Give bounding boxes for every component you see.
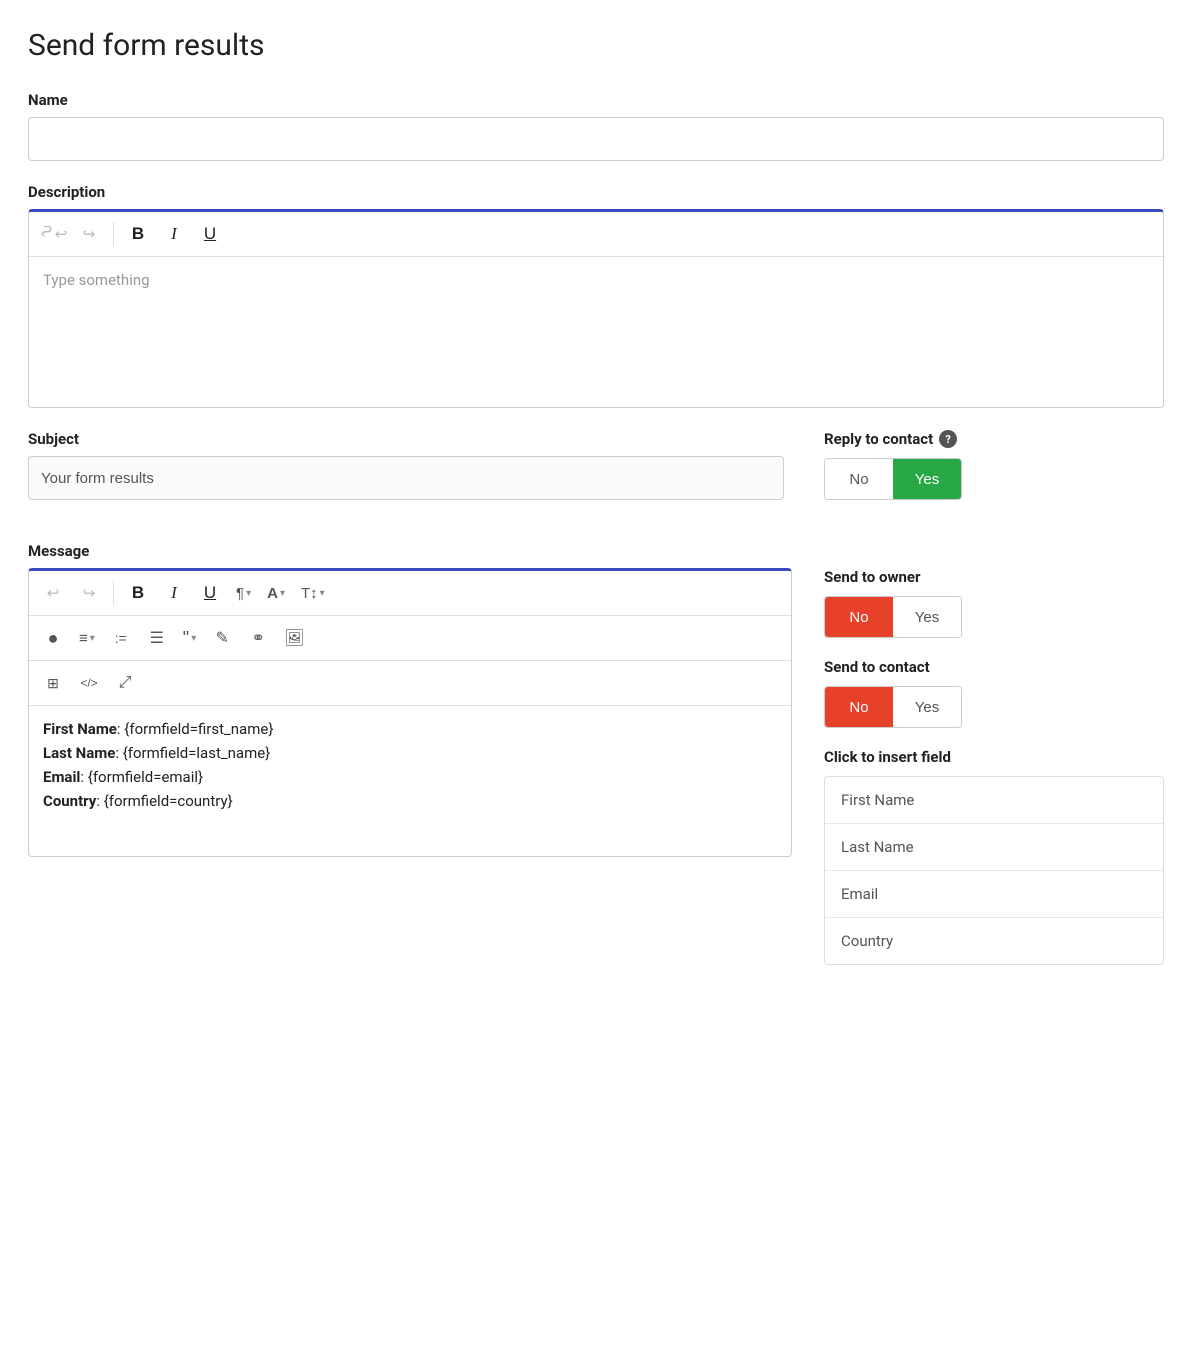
send-to-contact-title: Send to contact [824, 658, 1164, 676]
msg-bold-button[interactable]: B [122, 577, 154, 609]
insert-field-section: Click to insert field First Name Last Na… [824, 748, 1164, 965]
reply-to-contact-yes-button[interactable]: Yes [893, 459, 961, 499]
reply-to-contact-title: Reply to contact ? [824, 430, 1164, 448]
insert-field-country[interactable]: Country [825, 918, 1163, 964]
message-layout: Message ↩ ↪ B I U ¶ ▾ A ▾ T↕ [28, 542, 1164, 965]
send-to-owner-yes-button[interactable]: Yes [893, 597, 961, 637]
message-line-1: First Name: {formfield=first_name} [43, 720, 777, 738]
insert-field-title: Click to insert field [824, 748, 1164, 766]
toolbar-divider-1 [113, 222, 114, 246]
blockquote-icon: " [183, 628, 189, 649]
send-to-owner-toggle: No Yes [824, 596, 962, 638]
msg-blockquote-button[interactable]: " ▾ [177, 622, 202, 654]
desc-undo-button[interactable]: ↩ [37, 218, 69, 250]
message-section: Message ↩ ↪ B I U ¶ ▾ A ▾ T↕ [28, 542, 792, 857]
align-icon: ≡ [79, 630, 88, 647]
msg-code-button[interactable]: </> [73, 667, 105, 699]
send-to-contact-toggle: No Yes [824, 686, 962, 728]
message-line-3: Email: {formfield=email} [43, 768, 777, 786]
message-line-4: Country: {formfield=country} [43, 792, 777, 810]
reply-to-contact-help-icon[interactable]: ? [939, 430, 957, 448]
font-color-icon: A [267, 585, 278, 602]
insert-field-lastname[interactable]: Last Name [825, 824, 1163, 871]
align-arrow-icon: ▾ [90, 633, 95, 644]
send-to-owner-no-button[interactable]: No [825, 597, 893, 637]
font-size-arrow-icon: ▾ [320, 588, 325, 599]
reply-to-contact-toggle: No Yes [824, 458, 962, 500]
insert-fields-panel: First Name Last Name Email Country [824, 776, 1164, 965]
msg-link-button[interactable]: ⚭ [242, 622, 274, 654]
description-editor: ↩ ↪ B I U Type something [28, 209, 1164, 408]
name-label: Name [28, 91, 1164, 109]
subject-label: Subject [28, 430, 784, 448]
message-label: Message [28, 542, 792, 560]
font-size-icon: T↕ [301, 585, 318, 602]
message-toolbar-row2: ● ≡ ▾ := ☰ " ▾ ✎ ⚭ 🖼 [29, 616, 791, 661]
description-toolbar: ↩ ↪ B I U [29, 212, 1163, 257]
message-toolbar-row3: ⊞ </> ⤢ [29, 661, 791, 706]
description-body[interactable]: Type something [29, 257, 1163, 407]
insert-field-email[interactable]: Email [825, 871, 1163, 918]
insert-field-firstname[interactable]: First Name [825, 777, 1163, 824]
msg-paragraph-button[interactable]: ¶ ▾ [230, 577, 257, 609]
msg-highlight-button[interactable]: ✎ [206, 622, 238, 654]
subject-input[interactable] [28, 456, 784, 500]
right-column: Send to owner No Yes Send to contact No … [824, 568, 1164, 965]
desc-bold-button[interactable]: B [122, 218, 154, 250]
msg-image-button[interactable]: 🖼 [278, 622, 310, 654]
description-placeholder: Type something [43, 271, 150, 289]
page-title: Send form results [28, 28, 1164, 63]
msg-table-button[interactable]: ⊞ [37, 667, 69, 699]
desc-underline-button[interactable]: U [194, 218, 226, 250]
send-to-contact-section: Send to contact No Yes [824, 658, 1164, 728]
msg-color-fill-button[interactable]: ● [37, 622, 69, 654]
paragraph-icon: ¶ [236, 585, 244, 602]
description-label: Description [28, 183, 1164, 201]
desc-redo-button[interactable]: ↪ [73, 218, 105, 250]
send-to-owner-section: Send to owner No Yes [824, 568, 1164, 638]
msg-toolbar-divider-1 [113, 581, 114, 605]
msg-italic-button[interactable]: I [158, 577, 190, 609]
subject-section: Subject [28, 430, 784, 500]
send-to-owner-title: Send to owner [824, 568, 1164, 586]
blockquote-arrow-icon: ▾ [191, 633, 196, 644]
msg-underline-button[interactable]: U [194, 577, 226, 609]
font-color-arrow-icon: ▾ [280, 588, 285, 599]
send-to-contact-no-button[interactable]: No [825, 687, 893, 727]
subject-row: Subject Reply to contact ? No Yes [28, 430, 1164, 520]
msg-font-color-button[interactable]: A ▾ [261, 577, 291, 609]
paragraph-arrow-icon: ▾ [246, 588, 251, 599]
msg-font-size-button[interactable]: T↕ ▾ [295, 577, 331, 609]
desc-italic-button[interactable]: I [158, 218, 190, 250]
send-to-contact-yes-button[interactable]: Yes [893, 687, 961, 727]
name-input[interactable] [28, 117, 1164, 161]
msg-redo-button[interactable]: ↪ [73, 577, 105, 609]
name-section: Name [28, 91, 1164, 161]
message-line-2: Last Name: {formfield=last_name} [43, 744, 777, 762]
msg-undo-button[interactable]: ↩ [37, 577, 69, 609]
message-editor: ↩ ↪ B I U ¶ ▾ A ▾ T↕ ▾ [28, 568, 792, 857]
msg-fullscreen-button[interactable]: ⤢ [109, 667, 141, 699]
message-body[interactable]: First Name: {formfield=first_name} Last … [29, 706, 791, 856]
reply-to-contact-no-button[interactable]: No [825, 459, 893, 499]
description-section: Description ↩ ↪ B I U Type something [28, 183, 1164, 408]
msg-unordered-list-button[interactable]: ☰ [141, 622, 173, 654]
reply-to-contact-section: Reply to contact ? No Yes [824, 430, 1164, 520]
msg-ordered-list-button[interactable]: := [105, 622, 137, 654]
message-toolbar-row1: ↩ ↪ B I U ¶ ▾ A ▾ T↕ ▾ [29, 571, 791, 616]
msg-align-button[interactable]: ≡ ▾ [73, 622, 101, 654]
